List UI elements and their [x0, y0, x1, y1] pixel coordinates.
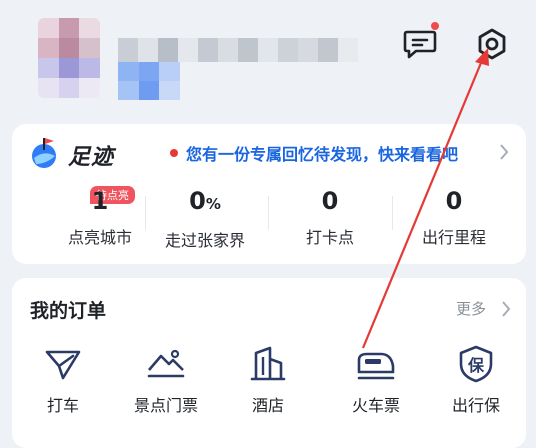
- username-blurred: [118, 38, 358, 62]
- divider: [392, 196, 393, 230]
- promo-text: 您有一份专属回忆待发现，快来看看吧: [186, 145, 459, 164]
- order-travel-insurance[interactable]: 保 出行保: [436, 344, 516, 416]
- stat-label: 走过张家界: [164, 231, 245, 250]
- order-train-ticket[interactable]: 火车票: [336, 344, 416, 416]
- chevron-right-icon[interactable]: [498, 142, 510, 162]
- message-button[interactable]: [400, 24, 440, 64]
- stat-value: 0: [321, 187, 339, 215]
- divider: [268, 196, 269, 230]
- stat-lit-cities[interactable]: 1 点亮城市: [40, 186, 160, 248]
- order-label: 打车: [46, 396, 79, 415]
- stat-unit: %: [205, 195, 221, 213]
- stat-zhangjiajie[interactable]: 0% 走过张家界: [145, 186, 265, 251]
- scenic-ticket-icon: [147, 349, 185, 378]
- stat-travel-mileage[interactable]: 0 出行里程: [394, 186, 514, 248]
- stat-value: 1: [91, 187, 109, 215]
- stat-checkin-points[interactable]: 0 打卡点: [270, 186, 390, 248]
- taxi-icon: [45, 350, 81, 380]
- hotel-icon: [250, 346, 286, 381]
- order-taxi[interactable]: 打车: [23, 344, 103, 416]
- user-badge-blurred: [118, 62, 180, 100]
- train-icon: [357, 352, 395, 380]
- notification-dot: [431, 22, 439, 30]
- message-icon: [403, 30, 437, 59]
- order-label: 火车票: [351, 396, 400, 415]
- stat-value: 0: [445, 187, 463, 215]
- promo-link[interactable]: 您有一份专属回忆待发现，快来看看吧: [170, 141, 458, 165]
- settings-gear-icon: [478, 28, 506, 60]
- settings-button[interactable]: [472, 24, 512, 64]
- stat-label: 点亮城市: [67, 228, 132, 247]
- promo-dot: [170, 149, 178, 157]
- stat-value: 0%: [189, 187, 221, 215]
- stat-label: 出行里程: [421, 228, 486, 247]
- order-label: 景点门票: [133, 396, 198, 415]
- svg-text:保: 保: [467, 356, 485, 375]
- order-label: 酒店: [251, 396, 284, 415]
- insurance-icon: 保: [459, 345, 493, 383]
- chevron-right-icon[interactable]: [500, 300, 512, 318]
- orders-title: 我的订单: [30, 300, 107, 322]
- order-label: 出行保: [451, 396, 500, 415]
- orders-more-link[interactable]: 更多: [456, 298, 486, 319]
- footprint-title: 足迹: [68, 145, 115, 170]
- order-scenic-ticket[interactable]: 景点门票: [126, 344, 206, 416]
- order-hotel[interactable]: 酒店: [228, 344, 308, 416]
- stat-label: 打卡点: [305, 228, 354, 247]
- avatar[interactable]: [38, 18, 100, 98]
